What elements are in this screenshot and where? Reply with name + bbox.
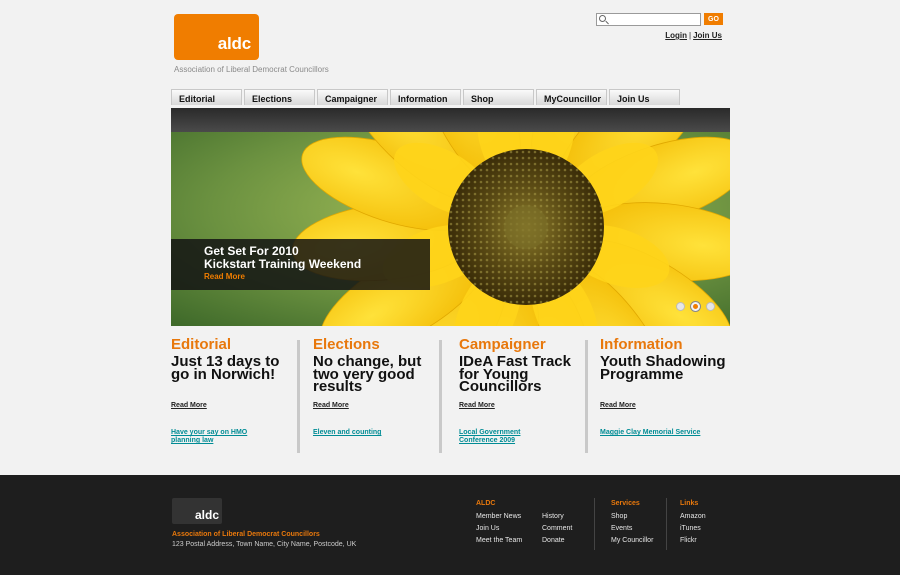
nav-tab-information[interactable]: Information [390,89,461,105]
footer-address: 123 Postal Address, Town Name, City Name… [172,541,357,548]
footer-divider [666,498,667,550]
nav-tab-editorial[interactable]: Editorial [171,89,242,105]
hero-caption: Get Set For 2010 Kickstart Training Week… [171,239,430,290]
footer-link-events[interactable]: Events [611,525,632,532]
sub-link[interactable]: Maggie Clay Memorial Service [600,429,700,437]
nav-tab-elections[interactable]: Elections [244,89,315,105]
footer-heading-links: Links [680,500,699,507]
main-nav: Editorial Elections Campaigner Informati… [171,89,680,105]
nav-tab-campaigner[interactable]: Campaigner [317,89,388,105]
column-headline[interactable]: Youth Shadowing Programme [600,354,728,382]
column-headline[interactable]: IDeA Fast Track for Young Councillors [459,354,574,394]
auth-links: Login | Join Us [665,31,722,40]
column-category[interactable]: Editorial [171,336,291,353]
footer-heading-services: Services [611,500,640,507]
footer: aldc Association of Liberal Democrat Cou… [0,475,900,575]
read-more-link[interactable]: Read More [313,402,349,409]
sub-link[interactable]: Eleven and counting [313,429,381,437]
column-category[interactable]: Elections [313,336,433,353]
slide-dot-3[interactable] [706,302,715,311]
footer-link-comment[interactable]: Comment [542,525,572,532]
footer-link-donate[interactable]: Donate [542,537,565,544]
nav-tab-mycouncillor[interactable]: MyCouncillor [536,89,607,105]
column-elections: Elections No change, but two very good r… [313,336,433,436]
column-headline[interactable]: No change, but two very good results [313,354,423,394]
hero-slider[interactable]: Get Set For 2010 Kickstart Training Week… [171,132,730,326]
column-divider [439,340,442,453]
go-button[interactable]: GO [704,13,723,25]
search-box[interactable] [596,13,701,26]
footer-heading-aldc: ALDC [476,500,496,507]
sub-link[interactable]: Have your say on HMO planning law [171,429,247,445]
logo-text: aldc [217,34,251,53]
sub-link[interactable]: Local Government Conference 2009 [459,429,520,445]
column-divider [585,340,588,453]
auth-separator: | [689,31,692,40]
nav-tab-join-us[interactable]: Join Us [609,89,680,105]
column-headline[interactable]: Just 13 days to go in Norwich! [171,354,281,382]
footer-link-meet-the-team[interactable]: Meet the Team [476,537,522,544]
footer-link-shop[interactable]: Shop [611,513,627,520]
aldc-logo[interactable]: aldc [174,14,259,60]
nav-tab-shop[interactable]: Shop [463,89,534,105]
footer-link-history[interactable]: History [542,513,564,520]
hero-read-more[interactable]: Read More [204,272,430,281]
join-us-link[interactable]: Join Us [693,31,722,40]
read-more-link[interactable]: Read More [600,402,636,409]
hero-title-line2: Kickstart Training Weekend [204,257,362,271]
footer-logo[interactable]: aldc [172,498,222,524]
footer-link-my-councillor[interactable]: My Councillor [611,537,653,544]
footer-link-itunes[interactable]: iTunes [680,525,701,532]
search-icon [599,15,606,22]
footer-link-flickr[interactable]: Flickr [680,537,697,544]
slide-dot-2[interactable] [691,302,700,311]
footer-link-member-news[interactable]: Member News [476,513,521,520]
column-category[interactable]: Information [600,336,730,353]
hero-top-bar [171,108,730,132]
footer-link-amazon[interactable]: Amazon [680,513,706,520]
footer-divider [594,498,595,550]
column-campaigner: Campaigner IDeA Fast Track for Young Cou… [459,336,579,444]
login-link[interactable]: Login [665,31,687,40]
column-category[interactable]: Campaigner [459,336,579,353]
footer-link-join-us[interactable]: Join Us [476,525,499,532]
slide-dots [676,302,715,311]
column-divider [297,340,300,453]
slide-dot-1[interactable] [676,302,685,311]
column-information: Information Youth Shadowing Programme Re… [600,336,730,436]
search-input[interactable] [609,14,699,25]
footer-org-name: Association of Liberal Democrat Councill… [172,531,320,538]
org-name: Association of Liberal Democrat Councill… [174,65,329,74]
sunflower-image [171,132,730,326]
column-editorial: Editorial Just 13 days to go in Norwich!… [171,336,291,444]
footer-logo-text: aldc [194,508,219,522]
read-more-link[interactable]: Read More [171,402,207,409]
read-more-link[interactable]: Read More [459,402,495,409]
